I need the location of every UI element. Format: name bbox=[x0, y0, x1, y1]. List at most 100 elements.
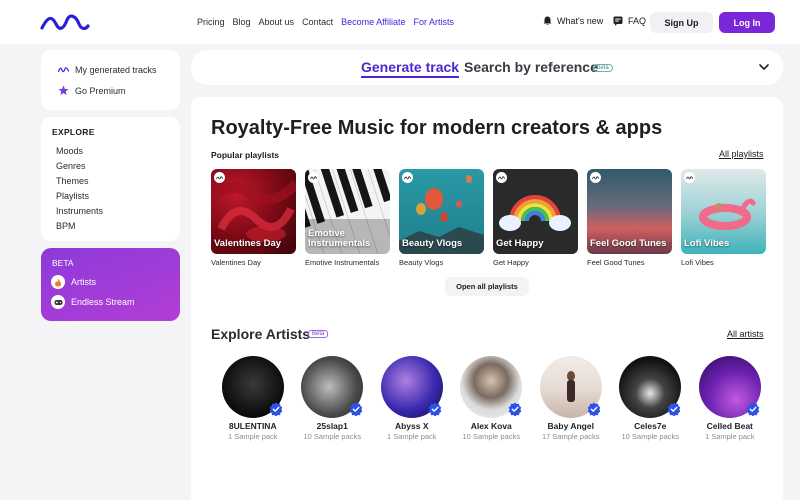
go-premium-label: Go Premium bbox=[75, 85, 126, 96]
bell-icon bbox=[543, 16, 552, 26]
artist-card[interactable]: Celes7e 10 Sample packs bbox=[611, 356, 691, 441]
artist-name: 8ULENTINA bbox=[228, 421, 277, 431]
nav-blog[interactable]: Blog bbox=[233, 17, 251, 27]
explore-item-themes[interactable]: Themes bbox=[56, 176, 89, 186]
faq-link[interactable]: FAQ bbox=[613, 16, 646, 26]
playlist-card[interactable]: Valentines Day Valentines Day bbox=[211, 169, 296, 267]
playlist-caption: Beauty Vlogs bbox=[399, 258, 444, 267]
beta-artists-label: Artists bbox=[71, 277, 97, 287]
artist-pack-count: 1 Sample pack bbox=[227, 432, 278, 441]
artist-name: Alex Kova bbox=[470, 421, 512, 431]
explore-item-genres[interactable]: Genres bbox=[56, 161, 86, 171]
playlist-image: Feel Good Tunes bbox=[587, 169, 672, 254]
artist-card[interactable]: 8ULENTINA 1 Sample pack bbox=[213, 356, 293, 441]
playlist-caption: Emotive Instrumentals bbox=[305, 258, 380, 267]
wave-icon bbox=[308, 172, 319, 183]
wave-icon bbox=[590, 172, 601, 183]
logo-icon[interactable] bbox=[40, 14, 90, 32]
artist-pack-count: 10 Sample packs bbox=[462, 432, 521, 441]
artist-pack-count: 1 Sample pack bbox=[704, 432, 755, 441]
generate-bar: Generate track Search by reference beta bbox=[191, 50, 783, 85]
beta-item-artists[interactable]: Artists bbox=[51, 275, 96, 289]
nav-links: Pricing Blog About us Contact Become Aff… bbox=[197, 17, 454, 27]
chat-icon bbox=[613, 16, 623, 26]
artist-pack-count: 10 Sample packs bbox=[621, 432, 680, 441]
login-button[interactable]: Log In bbox=[719, 12, 775, 33]
wave-icon bbox=[496, 172, 507, 183]
artist-name: Celled Beat bbox=[706, 421, 753, 431]
playlist-image: Get Happy bbox=[493, 169, 578, 254]
artist-name: Celes7e bbox=[634, 421, 667, 431]
verified-badge-icon bbox=[667, 402, 680, 416]
artist-pack-count: 17 Sample packs bbox=[541, 432, 600, 441]
nav-for-artists[interactable]: For Artists bbox=[413, 17, 454, 27]
verified-badge-icon bbox=[587, 402, 601, 416]
playlist-image: Beauty Vlogs bbox=[399, 169, 484, 254]
artist-card[interactable]: Abyss X 1 Sample pack bbox=[372, 356, 452, 441]
artist-pack-count: 10 Sample packs bbox=[303, 432, 362, 441]
tab-generate-track[interactable]: Generate track bbox=[361, 59, 460, 78]
playlist-card[interactable]: Beauty Vlogs Beauty Vlogs bbox=[399, 169, 484, 267]
open-all-playlists-button[interactable]: Open all playlists bbox=[445, 277, 529, 296]
playlist-overlay-title: Emotive Instrumentals bbox=[308, 228, 371, 249]
nav-about[interactable]: About us bbox=[259, 17, 295, 27]
artist-card[interactable]: Alex Kova 10 Sample packs bbox=[452, 356, 532, 441]
main-content: Royalty-Free Music for modern creators &… bbox=[191, 97, 783, 500]
explore-item-moods[interactable]: Moods bbox=[56, 146, 83, 156]
sidebar-explore-card: EXPLORE Moods Genres Themes Playlists In… bbox=[41, 117, 180, 241]
explore-artists-heading: Explore Artists bbox=[211, 326, 311, 342]
playlist-caption: Valentines Day bbox=[211, 258, 261, 267]
wave-icon bbox=[402, 172, 413, 183]
playlist-overlay-title: Beauty Vlogs bbox=[402, 238, 463, 249]
nav-pricing[interactable]: Pricing bbox=[197, 17, 225, 27]
whats-new-link[interactable]: What's new bbox=[543, 16, 603, 26]
sidebar-beta-card: BETA Artists Endless Stream bbox=[41, 248, 180, 321]
playlist-overlay-title: Lofi Vibes bbox=[684, 238, 730, 249]
all-artists-link[interactable]: All artists bbox=[727, 329, 764, 339]
verified-badge-icon bbox=[269, 402, 283, 416]
wave-icon bbox=[214, 172, 225, 183]
my-generated-tracks-label: My generated tracks bbox=[75, 65, 157, 75]
playlist-card[interactable]: Feel Good Tunes Feel Good Tunes bbox=[587, 169, 672, 267]
whats-new-label: What's new bbox=[557, 16, 604, 26]
gamepad-icon bbox=[51, 295, 65, 309]
verified-badge-icon bbox=[428, 402, 442, 416]
explore-item-instruments[interactable]: Instruments bbox=[56, 206, 103, 216]
artist-name: Abyss X bbox=[394, 421, 429, 431]
playlist-overlay-title: Valentines Day bbox=[214, 238, 282, 249]
explore-item-bpm[interactable]: BPM bbox=[56, 221, 76, 231]
playlist-row: Valentines Day Valentines Day Emotive In… bbox=[211, 169, 766, 267]
artist-pack-count: 1 Sample pack bbox=[386, 432, 437, 441]
playlist-overlay-title: Get Happy bbox=[496, 238, 544, 249]
star-icon bbox=[58, 85, 69, 95]
nav-affiliate[interactable]: Become Affiliate bbox=[341, 17, 405, 27]
nav-contact[interactable]: Contact bbox=[302, 17, 333, 27]
artist-card[interactable]: Baby Angel 17 Sample packs bbox=[531, 356, 611, 441]
tab-search-by-reference[interactable]: Search by reference bbox=[464, 59, 598, 75]
beta-heading: BETA bbox=[52, 258, 74, 268]
playlist-image: Valentines Day bbox=[211, 169, 296, 254]
playlist-overlay-title: Feel Good Tunes bbox=[590, 238, 667, 249]
reference-beta-badge: beta bbox=[593, 64, 613, 72]
signup-button[interactable]: Sign Up bbox=[650, 12, 713, 33]
playlist-card[interactable]: Emotive Instrumentals Emotive Instrument… bbox=[305, 169, 390, 267]
explore-item-playlists[interactable]: Playlists bbox=[56, 191, 89, 201]
playlist-card[interactable]: Get Happy Get Happy bbox=[493, 169, 578, 267]
my-generated-tracks-link[interactable]: My generated tracks bbox=[58, 65, 157, 75]
playlist-caption: Feel Good Tunes bbox=[587, 258, 645, 267]
explore-heading: EXPLORE bbox=[52, 127, 95, 137]
artist-card[interactable]: Celled Beat 1 Sample pack bbox=[690, 356, 770, 441]
beta-endless-stream-label: Endless Stream bbox=[71, 297, 135, 307]
top-nav: Pricing Blog About us Contact Become Aff… bbox=[0, 0, 800, 44]
artist-name: Baby Angel bbox=[547, 421, 594, 431]
all-playlists-link[interactable]: All playlists bbox=[719, 149, 764, 159]
beta-item-endless-stream[interactable]: Endless Stream bbox=[51, 295, 135, 309]
chevron-down-icon[interactable] bbox=[757, 60, 771, 74]
playlist-caption: Lofi Vibes bbox=[681, 258, 714, 267]
artist-card[interactable]: 25slap1 10 Sample packs bbox=[293, 356, 373, 441]
go-premium-link[interactable]: Go Premium bbox=[58, 85, 126, 96]
verified-badge-icon bbox=[508, 402, 521, 416]
verified-badge-icon bbox=[746, 402, 760, 416]
playlist-card[interactable]: Lofi Vibes Lofi Vibes bbox=[681, 169, 766, 267]
wave-icon bbox=[58, 67, 69, 73]
